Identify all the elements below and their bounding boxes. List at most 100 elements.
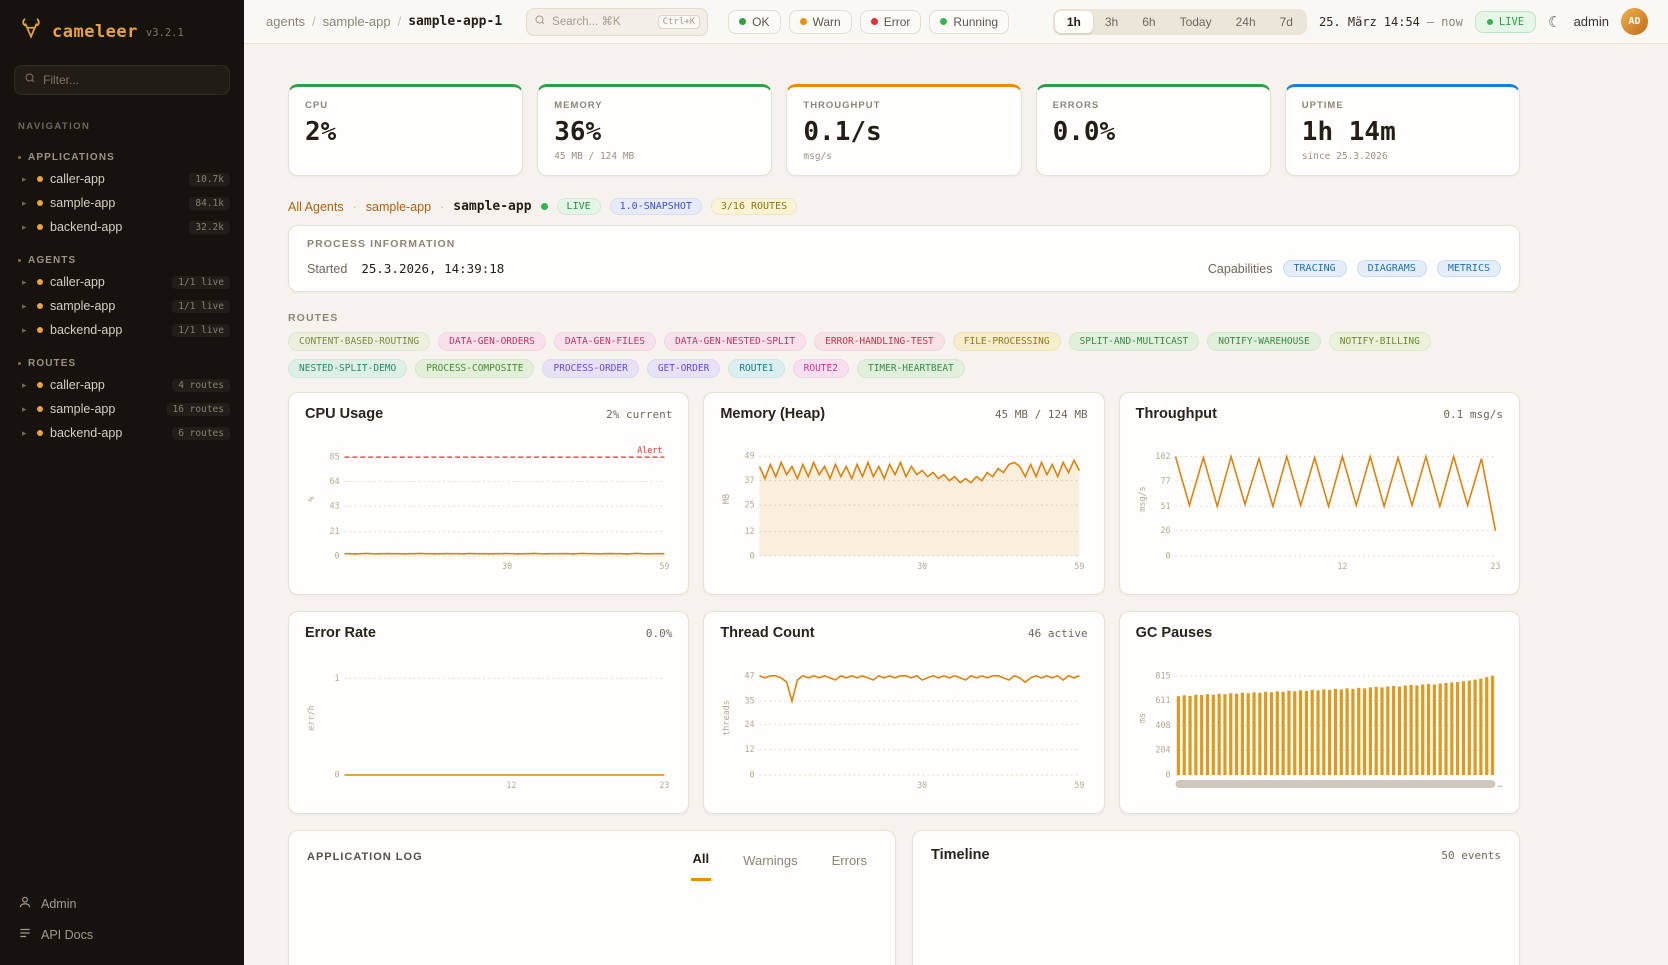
filter-input[interactable]: [43, 73, 220, 87]
all-agents-link[interactable]: All Agents: [288, 200, 344, 214]
time-range-today[interactable]: Today: [1168, 11, 1224, 33]
sidebar-item-application-backend-app[interactable]: ▸ backend-app 32.2k: [0, 215, 244, 239]
memory-heap-chart: 4937251203059MB: [720, 428, 1087, 586]
time-range-7d[interactable]: 7d: [1268, 11, 1305, 33]
live-indicator[interactable]: LIVE: [1475, 11, 1536, 33]
route-badge-route2[interactable]: ROUTE2: [793, 359, 849, 378]
status-dot-icon: [37, 382, 43, 388]
sidebar-item-label: backend-app: [50, 323, 122, 337]
breadcrumb-current: sample-app-1: [408, 14, 502, 29]
route-badge-split-and-multicast[interactable]: SPLIT-AND-MULTICAST: [1069, 332, 1200, 351]
chevron-right-icon: ▸: [22, 277, 30, 288]
route-badge-data-gen-orders[interactable]: DATA-GEN-ORDERS: [438, 332, 546, 351]
tab-all[interactable]: All: [691, 847, 712, 881]
route-badge-data-gen-nested-split[interactable]: DATA-GEN-NESTED-SPLIT: [664, 332, 806, 351]
route-badge-notify-warehouse[interactable]: NOTIFY-WAREHOUSE: [1207, 332, 1321, 351]
sidebar-item-application-caller-app[interactable]: ▸ caller-app 10.7k: [0, 167, 244, 191]
sidebar-item-routes-sample-app[interactable]: ▸ sample-app 16 routes: [0, 397, 244, 421]
sidebar-item-count: 16 routes: [167, 403, 230, 416]
nav-group-header-agents[interactable]: AGENTS: [0, 251, 244, 270]
filter-running[interactable]: Running: [929, 10, 1009, 34]
sidebar-item-routes-backend-app[interactable]: ▸ backend-app 6 routes: [0, 421, 244, 445]
svg-text:0: 0: [750, 769, 755, 779]
route-badge-data-gen-files[interactable]: DATA-GEN-FILES: [554, 332, 656, 351]
route-badge-file-processing[interactable]: FILE-PROCESSING: [953, 332, 1061, 351]
route-badge-timer-heartbeat[interactable]: TIMER-HEARTBEAT: [857, 359, 965, 378]
sidebar-item-agent-sample-app[interactable]: ▸ sample-app 1/1 live: [0, 294, 244, 318]
sidebar-footer: Admin API Docs: [0, 881, 244, 965]
app-logo[interactable]: cameleer v3.2.1: [0, 0, 244, 59]
app-name: cameleer: [52, 22, 138, 42]
dashboard-content: CPU 2% MEMORY 36% 45 MB / 124 MB THROUGH…: [244, 44, 1668, 965]
stat-label: UPTIME: [1302, 100, 1503, 111]
route-badge-route1[interactable]: ROUTE1: [728, 359, 784, 378]
status-filters: OK Warn Error Running: [728, 10, 1009, 34]
route-badge-nested-split-demo[interactable]: NESTED-SPLIT-DEMO: [288, 359, 407, 378]
sidebar-item-agent-caller-app[interactable]: ▸ caller-app 1/1 live: [0, 270, 244, 294]
filter-ok[interactable]: OK: [728, 10, 780, 34]
route-badge-process-composite[interactable]: PROCESS-COMPOSITE: [415, 359, 534, 378]
person-icon: [18, 895, 32, 912]
status-dot-icon: [37, 224, 43, 230]
sidebar-item-count: 1/1 live: [172, 300, 230, 313]
route-badge-notify-billing[interactable]: NOTIFY-BILLING: [1329, 332, 1431, 351]
chart-title: Error Rate: [305, 625, 376, 641]
error-dot-icon: [871, 18, 878, 25]
filter-warn[interactable]: Warn: [789, 10, 852, 34]
avatar[interactable]: AD: [1621, 8, 1648, 35]
sidebar-item-agent-backend-app[interactable]: ▸ backend-app 1/1 live: [0, 318, 244, 342]
dot-separator: ·: [440, 200, 444, 214]
tab-warnings[interactable]: Warnings: [741, 847, 799, 881]
topbar: agents / sample-app / sample-app-1 Ctrl+…: [244, 0, 1668, 44]
svg-text:64: 64: [329, 476, 339, 486]
stat-label: ERRORS: [1053, 100, 1254, 111]
filter-error[interactable]: Error: [860, 10, 922, 34]
filter-label: OK: [752, 15, 769, 29]
svg-text:204: 204: [1155, 745, 1170, 755]
breadcrumb-agents[interactable]: agents: [266, 14, 305, 29]
stat-sub: since 25.3.2026: [1302, 151, 1503, 163]
nav-group-header-routes[interactable]: ROUTES: [0, 354, 244, 373]
svg-text:43: 43: [329, 500, 339, 510]
chart-current-value: 0.0%: [646, 627, 673, 640]
stat-value: 2%: [305, 117, 506, 147]
svg-text:MB: MB: [721, 494, 731, 504]
time-range-6h[interactable]: 6h: [1130, 11, 1167, 33]
svg-text:23: 23: [659, 780, 669, 790]
route-badge-process-order[interactable]: PROCESS-ORDER: [542, 359, 638, 378]
sidebar-item-routes-caller-app[interactable]: ▸ caller-app 4 routes: [0, 373, 244, 397]
status-dot-icon: [37, 430, 43, 436]
stat-card-uptime: UPTIME 1h 14m since 25.3.2026: [1285, 84, 1520, 176]
time-range-3h[interactable]: 3h: [1093, 11, 1130, 33]
breadcrumb-sample-app[interactable]: sample-app: [323, 14, 391, 29]
nav-group-routes: ROUTES ▸ caller-app 4 routes ▸ sample-ap…: [0, 354, 244, 445]
sidebar-filter[interactable]: [14, 65, 230, 95]
time-range-1h[interactable]: 1h: [1055, 11, 1093, 33]
chart-card-cpu-usage: CPU Usage 2% current 8564432103059%Alert: [288, 392, 689, 595]
svg-text:21: 21: [329, 526, 339, 536]
throughput-chart: 10277512601223msg/s: [1136, 428, 1503, 586]
cameleer-logo-icon: [18, 16, 44, 47]
current-agent-name: sample-app: [453, 199, 531, 214]
global-search[interactable]: Ctrl+K: [526, 8, 708, 36]
route-badge-get-order[interactable]: GET-ORDER: [647, 359, 720, 378]
chart-title: CPU Usage: [305, 406, 383, 422]
sidebar-item-admin[interactable]: Admin: [18, 895, 226, 912]
sample-app-link[interactable]: sample-app: [366, 200, 431, 214]
route-badge-content-based-routing[interactable]: CONTENT-BASED-ROUTING: [288, 332, 430, 351]
filter-label: Error: [884, 15, 911, 29]
search-input[interactable]: [552, 16, 651, 28]
sidebar-item-api-docs[interactable]: API Docs: [18, 926, 226, 943]
status-dot-icon: [37, 327, 43, 333]
nav-group-header-applications[interactable]: APPLICATIONS: [0, 148, 244, 167]
date-range[interactable]: 25. März 14:54 — now: [1319, 15, 1463, 29]
sidebar-item-application-sample-app[interactable]: ▸ sample-app 84.1k: [0, 191, 244, 215]
date-label: 25. März: [1319, 15, 1377, 29]
route-badge-error-handling-test[interactable]: ERROR-HANDLING-TEST: [814, 332, 945, 351]
sidebar-item-label: sample-app: [50, 196, 115, 210]
stat-value: 0.0%: [1053, 117, 1254, 147]
dark-mode-toggle[interactable]: ☾: [1548, 13, 1561, 31]
process-information-title: PROCESS INFORMATION: [307, 238, 1501, 250]
tab-errors[interactable]: Errors: [830, 847, 869, 881]
time-range-24h[interactable]: 24h: [1224, 11, 1268, 33]
